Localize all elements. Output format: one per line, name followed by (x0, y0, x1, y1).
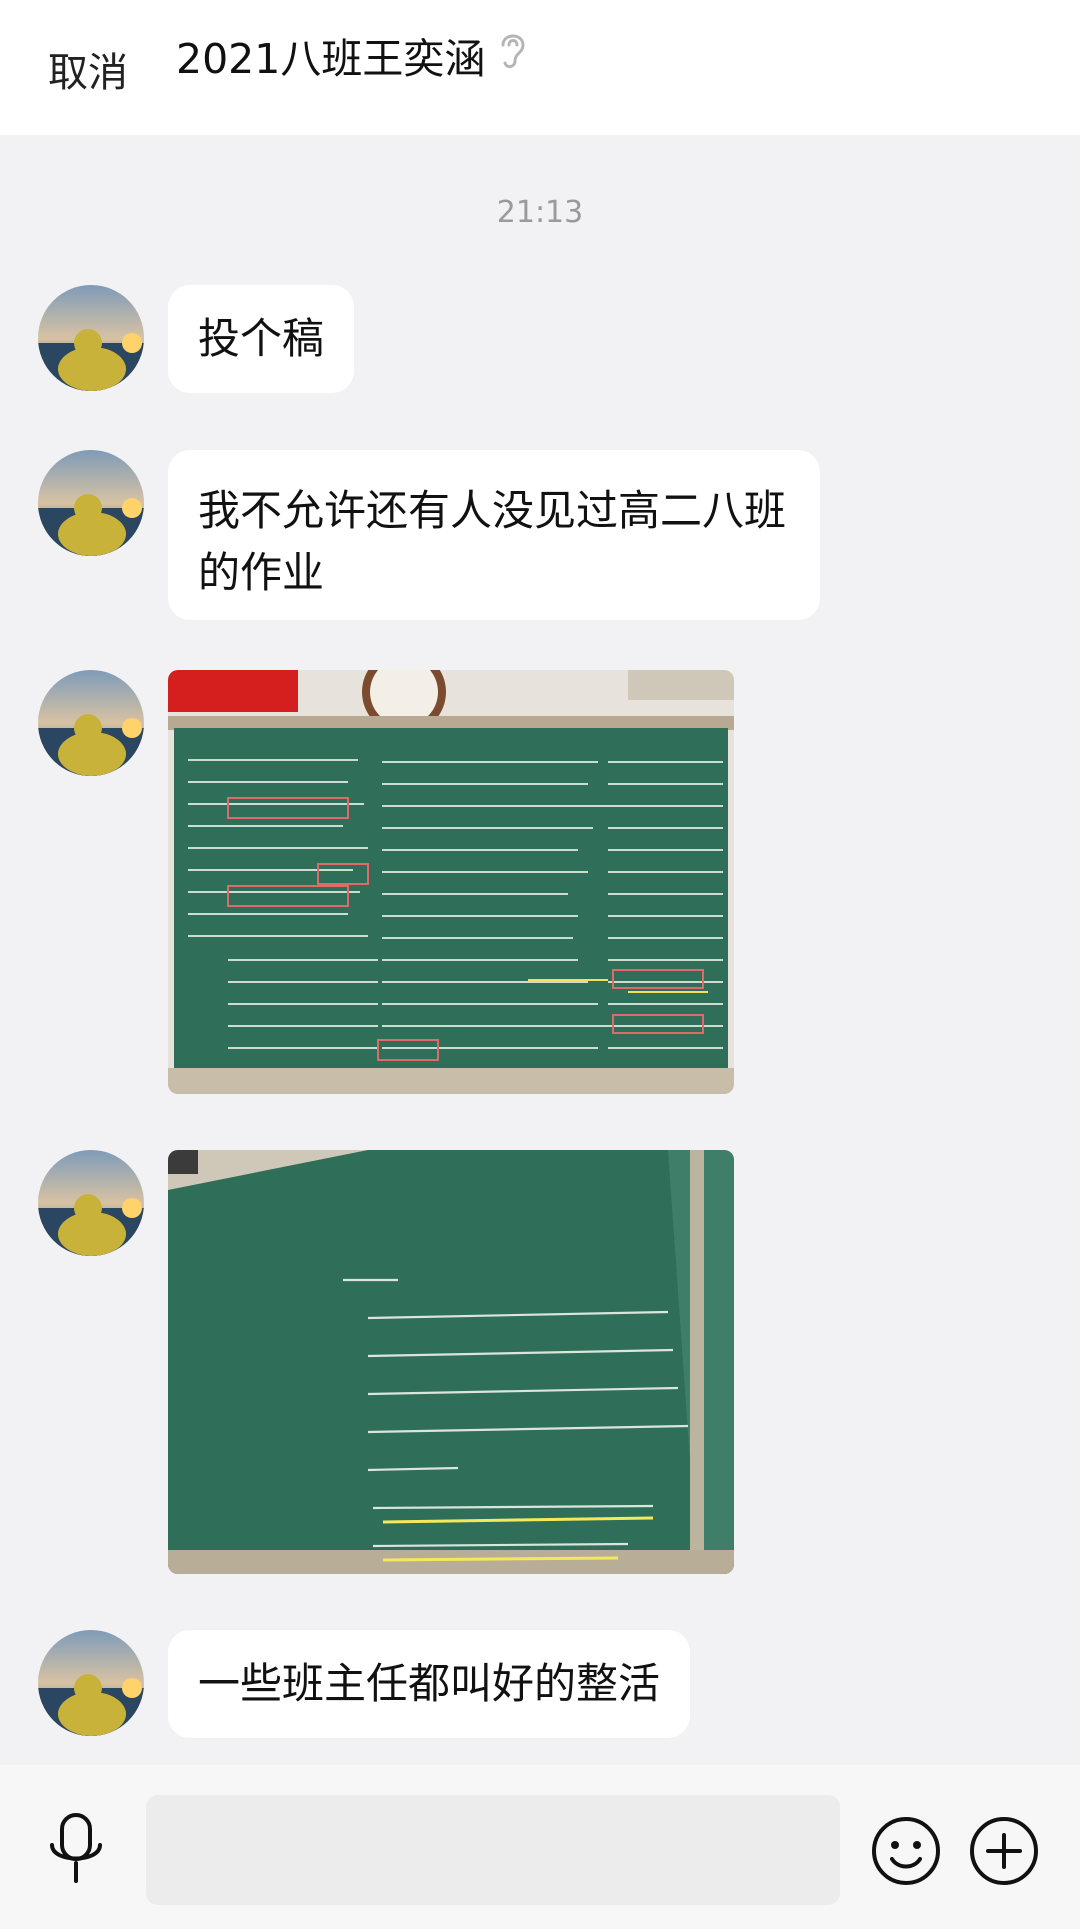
message-text: 一些班主任都叫好的整活 (198, 1659, 661, 1708)
mic-icon[interactable] (44, 1811, 108, 1887)
message-bubble[interactable]: 我不允许还有人没见过高二八班的作业 (168, 450, 820, 620)
message-list[interactable]: 21:13 投个稿 我不允许还有人没见过高二八班的作业 一些班主任都叫好的整活 (0, 135, 1080, 1765)
ear-icon[interactable] (495, 27, 531, 73)
plus-icon[interactable] (968, 1815, 1040, 1887)
chat-header: 取消 2021八班王奕涵 (0, 0, 1080, 135)
cancel-button[interactable]: 取消 (48, 40, 128, 98)
avatar[interactable] (38, 1630, 144, 1736)
avatar[interactable] (38, 450, 144, 556)
input-bar (0, 1765, 1080, 1929)
avatar[interactable] (38, 1150, 144, 1256)
image-message[interactable] (168, 1150, 734, 1574)
message-timestamp: 21:13 (496, 195, 584, 230)
avatar[interactable] (38, 670, 144, 776)
image-message[interactable] (168, 670, 734, 1094)
blackboard-photo (168, 1150, 734, 1574)
blackboard-photo (168, 670, 734, 1094)
message-text: 投个稿 (198, 314, 325, 363)
message-text: 我不允许还有人没见过高二八班的作业 (198, 486, 787, 597)
message-input[interactable] (146, 1795, 840, 1905)
chat-title: 2021八班王奕涵 (176, 35, 486, 83)
smile-icon[interactable] (870, 1815, 942, 1887)
avatar[interactable] (38, 285, 144, 391)
message-bubble[interactable]: 投个稿 (168, 285, 355, 393)
message-bubble[interactable]: 一些班主任都叫好的整活 (168, 1630, 691, 1738)
